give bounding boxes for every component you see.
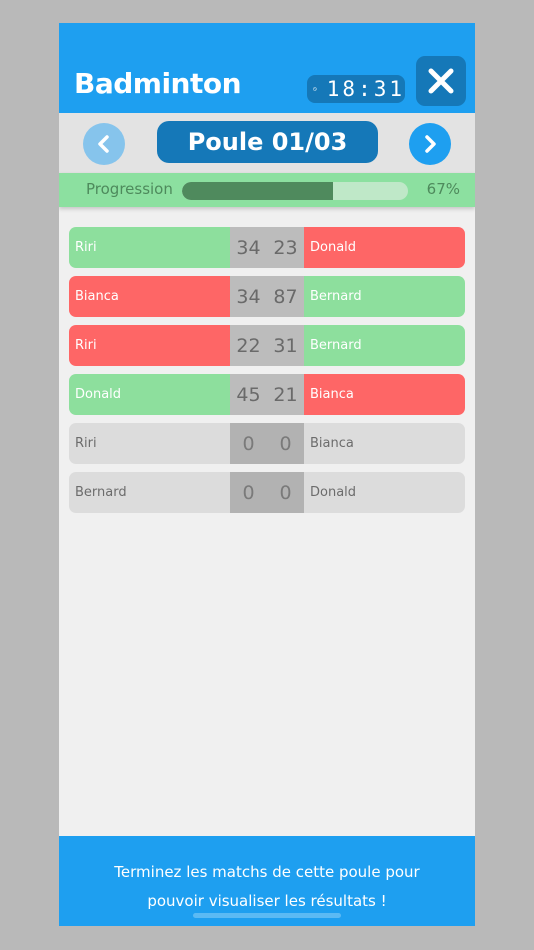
score-right: 0 <box>279 432 292 455</box>
player-left: Riri <box>69 423 230 464</box>
chevron-right-icon <box>425 135 436 153</box>
player-right: Bernard <box>304 325 465 366</box>
match-row[interactable]: Riri 34 23 Donald <box>69 227 465 268</box>
footer: Terminez les matchs de cette poule pour … <box>59 836 475 926</box>
player-left: Donald <box>69 374 230 415</box>
progress-fill <box>182 182 334 200</box>
header: Badminton 18:31 <box>59 23 475 113</box>
player-right: Bianca <box>304 423 465 464</box>
score-box: 22 31 <box>230 325 304 366</box>
progress-track <box>182 182 408 200</box>
match-list: Riri 34 23 Donald Bianca 34 87 Bernard Riri 22 31 B… <box>69 227 465 521</box>
score-right: 23 <box>273 236 298 259</box>
score-box: 00 <box>230 423 304 464</box>
score-left: 22 <box>236 334 261 357</box>
score-box: 00 <box>230 472 304 513</box>
previous-pool-button[interactable] <box>83 123 125 165</box>
pool-navigation: Poule 01/03 <box>59 113 475 173</box>
score-right: 87 <box>273 285 298 308</box>
player-right: Bianca <box>304 374 465 415</box>
match-row[interactable]: Donald 45 21 Bianca <box>69 374 465 415</box>
progress-label: Progression <box>86 180 173 198</box>
footer-line-2: pouvoir visualiser les résultats ! <box>147 892 387 910</box>
chevron-left-icon <box>98 135 109 153</box>
score-box: 45 21 <box>230 374 304 415</box>
player-left: Bernard <box>69 472 230 513</box>
next-pool-button[interactable] <box>409 123 451 165</box>
score-left: 45 <box>236 383 261 406</box>
clock-icon <box>313 87 317 91</box>
score-right: 0 <box>279 481 292 504</box>
player-left: Riri <box>69 227 230 268</box>
match-row[interactable]: Riri 0 0 Bianca <box>69 423 465 464</box>
progress-percent: 67% <box>426 180 460 198</box>
footer-line-1: Terminez les matchs de cette poule pour <box>114 863 420 881</box>
progress-section: Progression 67% <box>59 173 475 207</box>
score-right: 21 <box>273 383 298 406</box>
score-left: 0 <box>242 432 255 455</box>
close-icon <box>428 68 454 94</box>
app-screen: Badminton 18:31 Poule 01/03 Progression … <box>59 23 475 926</box>
player-right: Donald <box>304 227 465 268</box>
match-row[interactable]: Riri 22 31 Bernard <box>69 325 465 366</box>
home-indicator <box>193 913 341 918</box>
close-button[interactable] <box>416 56 466 106</box>
player-right: Donald <box>304 472 465 513</box>
score-box: 34 23 <box>230 227 304 268</box>
score-right: 31 <box>273 334 298 357</box>
score-box: 34 87 <box>230 276 304 317</box>
pool-label: Poule 01/03 <box>157 121 378 163</box>
timer-text: 18:31 <box>326 77 405 101</box>
match-row[interactable]: Bernard 0 0 Donald <box>69 472 465 513</box>
score-left: 0 <box>242 481 255 504</box>
player-right: Bernard <box>304 276 465 317</box>
player-left: Riri <box>69 325 230 366</box>
match-row[interactable]: Bianca 34 87 Bernard <box>69 276 465 317</box>
score-left: 34 <box>236 236 261 259</box>
score-left: 34 <box>236 285 261 308</box>
player-left: Bianca <box>69 276 230 317</box>
footer-message: Terminez les matchs de cette poule pour … <box>59 858 475 916</box>
app-title: Badminton <box>74 67 242 100</box>
timer-display: 18:31 <box>307 75 405 103</box>
